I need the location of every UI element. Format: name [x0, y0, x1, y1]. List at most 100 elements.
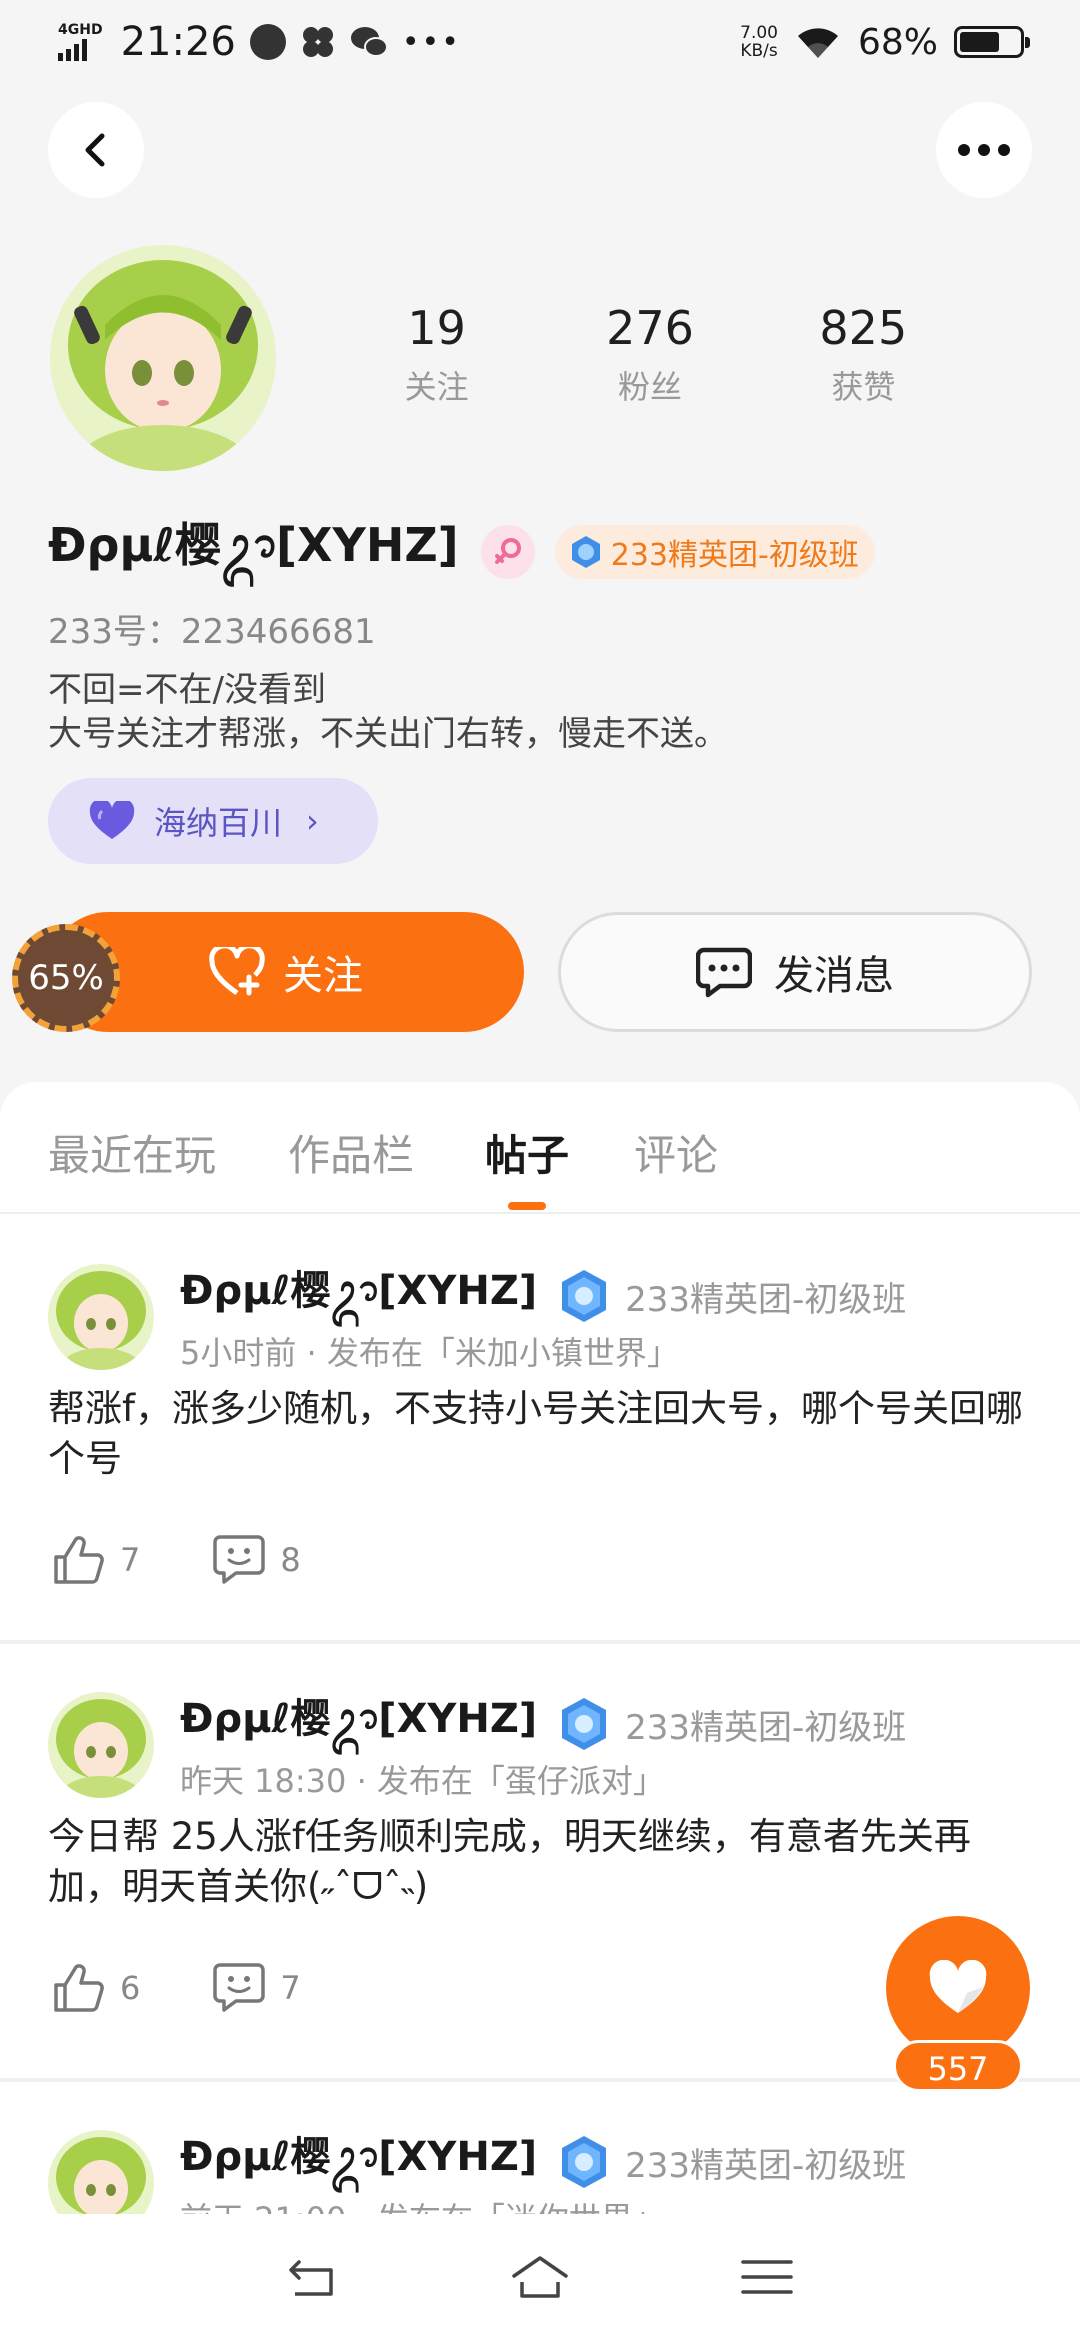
floating-like-button[interactable]: [886, 1916, 1030, 2060]
progress-percent: 65%: [28, 958, 104, 998]
stat-value: 825: [819, 301, 908, 355]
profile-stats: 19 关注 276 粉丝 825 获赞: [330, 300, 970, 408]
app-notification-icon: [249, 24, 286, 60]
stat-value: 19: [407, 301, 466, 355]
thumbs-up-icon: [54, 1964, 104, 2012]
rank-medal-icon: [562, 2136, 607, 2188]
stat-followers[interactable]: 276 粉丝: [543, 300, 756, 408]
back-button[interactable]: [48, 102, 144, 198]
speed-value: 7.00: [740, 23, 778, 43]
battery-icon: [954, 26, 1030, 58]
rank-label: 233精英团-初级班: [610, 538, 859, 573]
post-author-name: Ɖρμℓ樱ᬊ[XYHZ]: [180, 1696, 538, 1742]
tab-recent-games[interactable]: 最近在玩: [48, 1122, 216, 1183]
network-type: 4GHD: [58, 22, 103, 38]
more-dots-icon: [958, 144, 1010, 156]
profile-name: Ɖρμℓ樱ᬊ[XYHZ]: [48, 518, 459, 572]
follow-label: 关注: [283, 953, 363, 999]
network-speed: 7.00 KB/s: [740, 24, 778, 60]
tab-comments[interactable]: 评论: [634, 1122, 718, 1183]
stat-likes[interactable]: 825 获赞: [757, 300, 970, 408]
post-item[interactable]: Ɖρμℓ樱ᬊ[XYHZ] 233精英团-初级班 5小时前 · 发布在「米加小镇世…: [0, 1216, 1080, 1584]
post-actions: 6 7: [52, 1962, 301, 2014]
clock: 21:26: [120, 19, 236, 65]
profile-name-row: Ɖρμℓ樱ᬊ[XYHZ] 233精英团-初级班: [48, 518, 875, 582]
heart-icon: [89, 801, 135, 839]
female-gender-icon: [480, 525, 535, 579]
post-author-name: Ɖρμℓ樱ᬊ[XYHZ]: [180, 2134, 538, 2180]
post-author-row: Ɖρμℓ樱ᬊ[XYHZ] 233精英团-初级班: [180, 2132, 906, 2192]
stat-label: 获赞: [831, 368, 896, 406]
post-author-name: Ɖρμℓ樱ᬊ[XYHZ]: [180, 1268, 538, 1314]
post-actions: 7 8: [52, 1534, 301, 1586]
thumbs-up-icon: [54, 1536, 104, 1584]
rank-medal-icon: [562, 1698, 607, 1750]
chevron-left-icon: [85, 133, 105, 167]
more-options-button[interactable]: [936, 102, 1032, 198]
comment-smile-icon: [213, 1535, 266, 1584]
nav-menu-icon[interactable]: [737, 2252, 797, 2302]
profile-tag[interactable]: 海纳百川 ›: [48, 778, 378, 864]
comment-smile-icon: [213, 1963, 266, 2012]
floating-like-count: 557: [893, 2040, 1023, 2092]
stat-label: 关注: [404, 368, 469, 406]
tab-bar: 最近在玩 作品栏 帖子 评论: [0, 1082, 1080, 1214]
post-author-rank: 233精英团-初级班: [625, 1707, 907, 1748]
battery-percent: 68%: [857, 21, 938, 63]
tab-posts[interactable]: 帖子: [485, 1122, 569, 1183]
nav-back-icon[interactable]: [283, 2252, 343, 2302]
post-text: 帮涨f，涨多少随机，不支持小号关注回大号，哪个号关回哪个号: [48, 1387, 1024, 1480]
post-meta: 5小时前 · 发布在「米加小镇世界」: [180, 1334, 679, 1372]
heart-plus-icon: [209, 947, 265, 996]
tab-works[interactable]: 作品栏: [288, 1122, 414, 1183]
profile-bio: 不回=不在/没看到 大号关注才帮涨，不关出门右转，慢走不送。: [48, 668, 728, 756]
like-button[interactable]: 7: [52, 1535, 140, 1585]
comment-button[interactable]: 7: [212, 1962, 301, 2014]
send-message-button[interactable]: 发消息: [558, 912, 1032, 1032]
chevron-right-icon: ›: [306, 802, 319, 840]
message-label: 发消息: [774, 953, 894, 999]
like-count: 6: [120, 1969, 141, 2007]
pinwheel-notification-icon: [302, 27, 333, 57]
post-author-row: Ɖρμℓ樱ᬊ[XYHZ] 233精英团-初级班: [180, 1266, 906, 1326]
post-avatar[interactable]: [48, 1264, 154, 1370]
stat-following[interactable]: 19 关注: [330, 300, 543, 408]
post-avatar[interactable]: [48, 1692, 154, 1798]
system-nav-bar: [0, 2214, 1080, 2340]
comment-count: 8: [280, 1541, 301, 1579]
comment-count: 7: [280, 1969, 301, 2007]
comment-button[interactable]: 8: [212, 1534, 301, 1586]
wechat-notification-icon: [350, 27, 388, 57]
stat-label: 粉丝: [617, 368, 682, 406]
rank-medal-icon: [562, 1270, 607, 1322]
post-author-row: Ɖρμℓ樱ᬊ[XYHZ] 233精英团-初级班: [180, 1694, 906, 1754]
post-text: 今日帮 25人涨f任务顺利完成，明天继续，有意者先关再加，明天首关你(˶ˆᗜˆ˵…: [48, 1815, 971, 1908]
follow-progress-indicator: 65%: [12, 924, 120, 1032]
status-bar: 4GHD 21:26 ••• 7.00 KB/s 68%: [0, 0, 1080, 84]
stat-value: 276: [606, 301, 694, 355]
avatar-image: [48, 1264, 154, 1370]
bio-line: 不回=不在/没看到: [48, 670, 326, 710]
rank-badge[interactable]: 233精英团-初级班: [554, 525, 875, 579]
bio-line: 大号关注才帮涨，不关出门右转，慢走不送。: [48, 714, 728, 754]
signal-icon: [58, 39, 103, 61]
post-author-rank: 233精英团-初级班: [625, 1279, 907, 1320]
speed-unit: KB/s: [740, 41, 778, 61]
profile-avatar[interactable]: [50, 245, 276, 471]
profile-content: 最近在玩 作品栏 帖子 评论 Ɖρμℓ樱ᬊ[XYHZ] 233精英团-初级班 5…: [0, 1082, 1080, 2340]
active-tab-indicator: [508, 1202, 546, 1210]
heart-icon: [929, 1960, 987, 2013]
avatar-image: [50, 245, 276, 471]
post-author-rank: 233精英团-初级班: [625, 2145, 907, 2186]
more-notifications-icon: •••: [401, 24, 461, 60]
user-id: 233号：223466681: [48, 612, 376, 652]
post-meta: 昨天 18:30 · 发布在「蛋仔派对」: [180, 1762, 665, 1800]
wifi-icon: [797, 28, 838, 58]
tag-label: 海纳百川: [154, 804, 283, 842]
nav-home-icon[interactable]: [510, 2252, 570, 2302]
like-button[interactable]: 6: [52, 1963, 140, 2013]
like-count: 7: [120, 1541, 141, 1579]
signal-indicator: 4GHD: [58, 23, 103, 61]
avatar-image: [48, 1692, 154, 1798]
rank-medal-icon: [571, 536, 600, 568]
